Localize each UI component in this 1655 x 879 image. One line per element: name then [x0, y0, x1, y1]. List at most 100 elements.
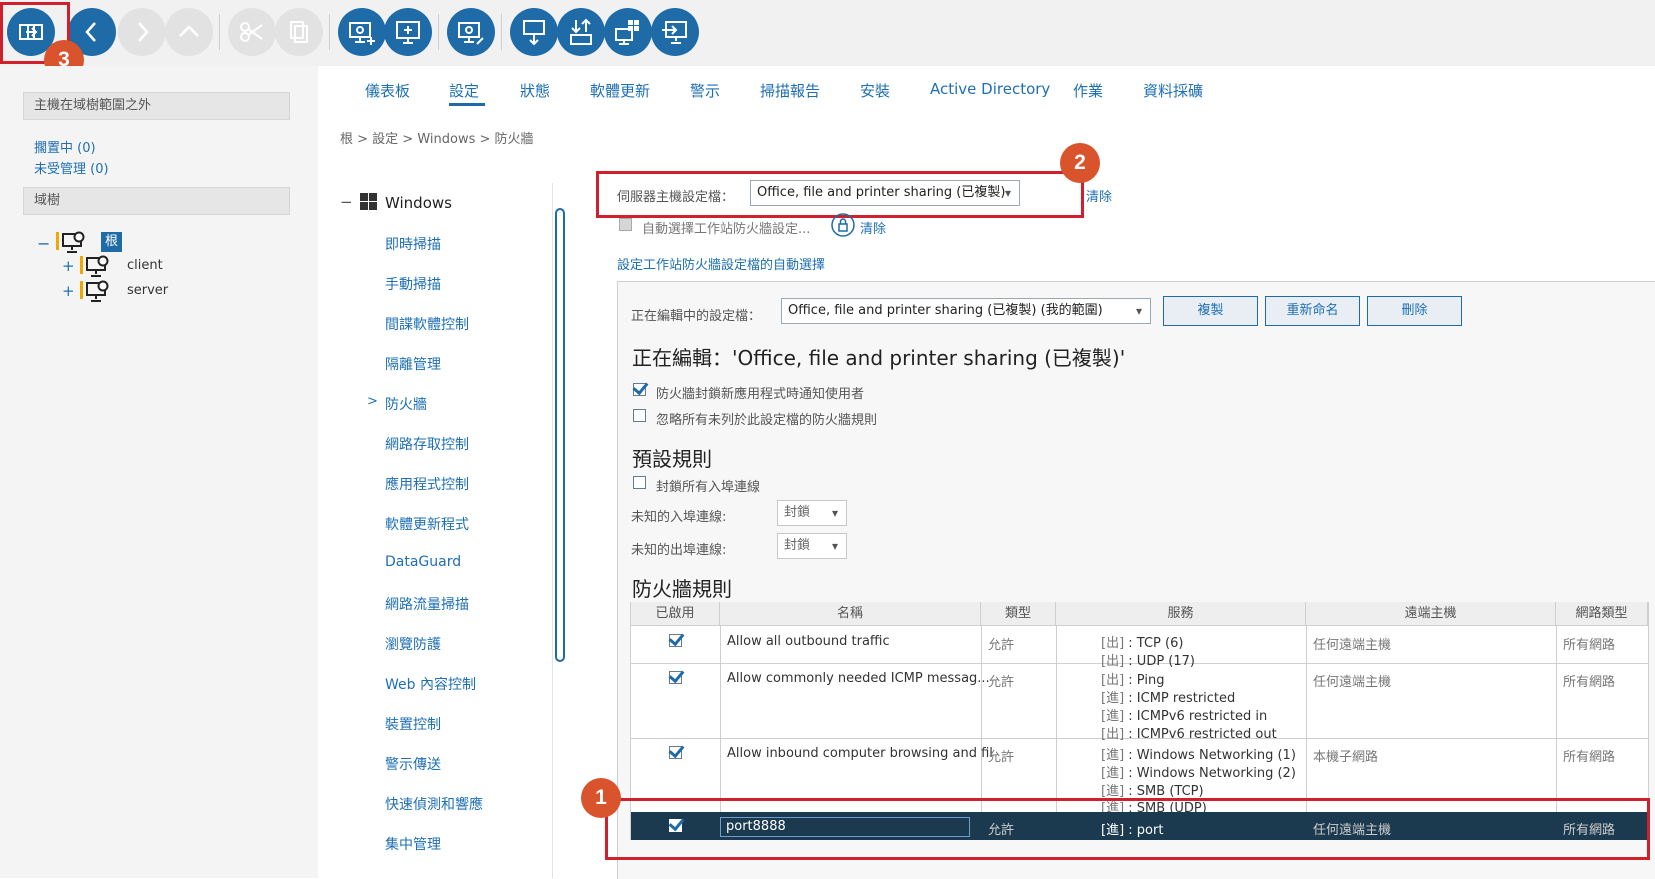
nav-item-firewall[interactable]: 防火牆: [385, 394, 427, 414]
tab-jobs[interactable]: 作業: [1073, 80, 1103, 101]
auto-select-config-link[interactable]: 設定工作站防火牆設定檔的自動選擇: [617, 254, 825, 273]
nav-item-dataguard[interactable]: DataGuard: [385, 554, 461, 570]
nav-item-alert-forwarding[interactable]: 警示傳送: [385, 754, 441, 774]
tab-status[interactable]: 狀態: [520, 80, 550, 101]
tab-active-directory[interactable]: Active Directory: [930, 80, 1050, 98]
delete-profile-button[interactable]: 刪除: [1367, 296, 1462, 326]
tab-settings[interactable]: 設定: [449, 80, 479, 101]
root-computer-icon: [56, 231, 85, 253]
nav-item-browsing-protection[interactable]: 瀏覽防護: [385, 634, 441, 654]
rule-enabled-checkbox[interactable]: [669, 671, 682, 684]
rule-service: [出] : Ping: [1101, 669, 1164, 688]
nav-scrollbar-thumb[interactable]: [555, 208, 565, 662]
rule-remote-host: 本機子網路: [1313, 750, 1379, 765]
chevron-left-icon: [85, 22, 96, 42]
ignore-rules-checkbox[interactable]: [633, 409, 646, 422]
collapse-root-toggle[interactable]: −: [37, 234, 50, 253]
service-value: : ICMP restricted: [1124, 691, 1236, 706]
tab-install[interactable]: 安裝: [860, 80, 890, 101]
notify-user-checkbox[interactable]: [633, 383, 646, 396]
rule-type: 允許: [988, 675, 1015, 690]
grid-line: [720, 626, 721, 812]
tab-alerts[interactable]: 警示: [690, 80, 720, 101]
nav-item-web-content-control[interactable]: Web 內容控制: [385, 674, 476, 694]
clear-server-profile-link[interactable]: 清除: [1086, 186, 1112, 205]
nav-item-software-updater[interactable]: 軟體更新程式: [385, 514, 469, 534]
auto-select-checkbox[interactable]: [619, 218, 632, 231]
deploy-button[interactable]: [510, 8, 558, 56]
add-computer-button[interactable]: [338, 8, 386, 56]
nav-item-traffic-scan[interactable]: 網路流量掃描: [385, 594, 469, 614]
rule-service: [進] : Windows Networking (1): [1101, 744, 1296, 763]
computer-settings-button[interactable]: [447, 8, 495, 56]
add-group-button[interactable]: [384, 8, 432, 56]
column-header-network-type[interactable]: 網路類型: [1556, 602, 1648, 626]
copy-icon: [290, 21, 308, 43]
unknown-outbound-select[interactable]: 封鎖 ▾: [777, 533, 847, 559]
windows-deploy-button[interactable]: [604, 8, 652, 56]
rule-network-type: 所有網路: [1563, 675, 1616, 690]
column-header-service[interactable]: 服務: [1056, 602, 1306, 626]
tab-dashboard[interactable]: 儀表板: [365, 80, 410, 101]
tab-software-update[interactable]: 軟體更新: [590, 80, 650, 101]
direction-tag: [出]: [1101, 654, 1125, 669]
copy-profile-button[interactable]: 複製: [1163, 296, 1258, 326]
grid-line: [1056, 626, 1057, 812]
move-button[interactable]: [651, 8, 699, 56]
rename-profile-button[interactable]: 重新命名: [1265, 296, 1360, 326]
nav-item-edr[interactable]: 快速偵測和響應: [385, 794, 483, 814]
tree-node-client[interactable]: client: [127, 258, 163, 273]
lock-icon[interactable]: [831, 213, 855, 237]
block-inbound-checkbox[interactable]: [633, 476, 646, 489]
rule-name[interactable]: Allow commonly needed ICMP messag...: [727, 671, 990, 686]
nav-item-spyware-control[interactable]: 間諜軟體控制: [385, 314, 469, 334]
forward-button[interactable]: [118, 8, 166, 56]
rule-name[interactable]: Allow all outbound traffic: [727, 634, 890, 649]
nav-item-network-access[interactable]: 網路存取控制: [385, 434, 469, 454]
chevron-down-icon: ▾: [831, 506, 838, 520]
notify-user-label: 防火牆封鎖新應用程式時通知使用者: [656, 387, 865, 402]
unmanaged-link[interactable]: 未受管理 (0): [34, 158, 109, 177]
toolbar-separator: [329, 14, 330, 50]
rule-name[interactable]: Allow inbound computer browsing and fil: [727, 746, 993, 761]
nav-item-realtime-scan[interactable]: 即時掃描: [385, 234, 441, 254]
column-header-enabled[interactable]: 已啟用: [631, 602, 720, 626]
nav-windows-root[interactable]: Windows: [385, 194, 452, 212]
tree-node-server[interactable]: server: [127, 283, 168, 298]
nav-item-quarantine[interactable]: 隔離管理: [385, 354, 441, 374]
chevron-up-icon: [179, 25, 199, 37]
computer-plus-icon: [396, 21, 420, 44]
expand-client-toggle[interactable]: +: [62, 257, 75, 275]
tab-scan-reports[interactable]: 掃描報告: [760, 80, 820, 101]
service-value: : ICMPv6 restricted in: [1124, 709, 1268, 724]
editing-profile-value: Office, file and printer sharing (已複製) (…: [788, 303, 1103, 318]
pending-link[interactable]: 擱置中 (0): [34, 137, 96, 156]
nav-item-app-control[interactable]: 應用程式控制: [385, 474, 469, 494]
column-header-remote-host[interactable]: 遠端主機: [1306, 602, 1556, 626]
tab-data-mining[interactable]: 資料採礦: [1143, 80, 1203, 101]
root-node-label[interactable]: 根: [101, 232, 123, 252]
cut-button[interactable]: [228, 8, 276, 56]
expand-server-toggle[interactable]: +: [62, 282, 75, 300]
direction-tag: [出]: [1101, 727, 1125, 742]
copy-button[interactable]: [275, 8, 323, 56]
column-header-type[interactable]: 類型: [981, 602, 1056, 626]
rule-service: [進] : Windows Networking (2): [1101, 762, 1296, 781]
nav-item-central-management[interactable]: 集中管理: [385, 834, 441, 854]
clear-auto-select-link[interactable]: 清除: [860, 218, 886, 237]
service-value: : ICMPv6 restricted out: [1124, 727, 1277, 742]
editing-profile-dropdown[interactable]: Office, file and printer sharing (已複製) (…: [781, 298, 1151, 324]
service-value: : Windows Networking (2): [1124, 766, 1296, 781]
import-export-button[interactable]: [557, 8, 605, 56]
active-tab-indicator: [449, 103, 485, 106]
up-button[interactable]: [165, 8, 213, 56]
windows-computer-icon: [615, 20, 639, 45]
rule-enabled-checkbox[interactable]: [669, 746, 682, 759]
column-header-name[interactable]: 名稱: [720, 602, 981, 626]
marker-2: 2: [1060, 143, 1100, 183]
nav-item-device-control[interactable]: 裝置控制: [385, 714, 441, 734]
nav-item-manual-scan[interactable]: 手動掃描: [385, 274, 441, 294]
unknown-inbound-select[interactable]: 封鎖 ▾: [777, 500, 847, 526]
rule-enabled-checkbox[interactable]: [669, 634, 682, 647]
collapse-windows-toggle[interactable]: −: [340, 193, 353, 211]
